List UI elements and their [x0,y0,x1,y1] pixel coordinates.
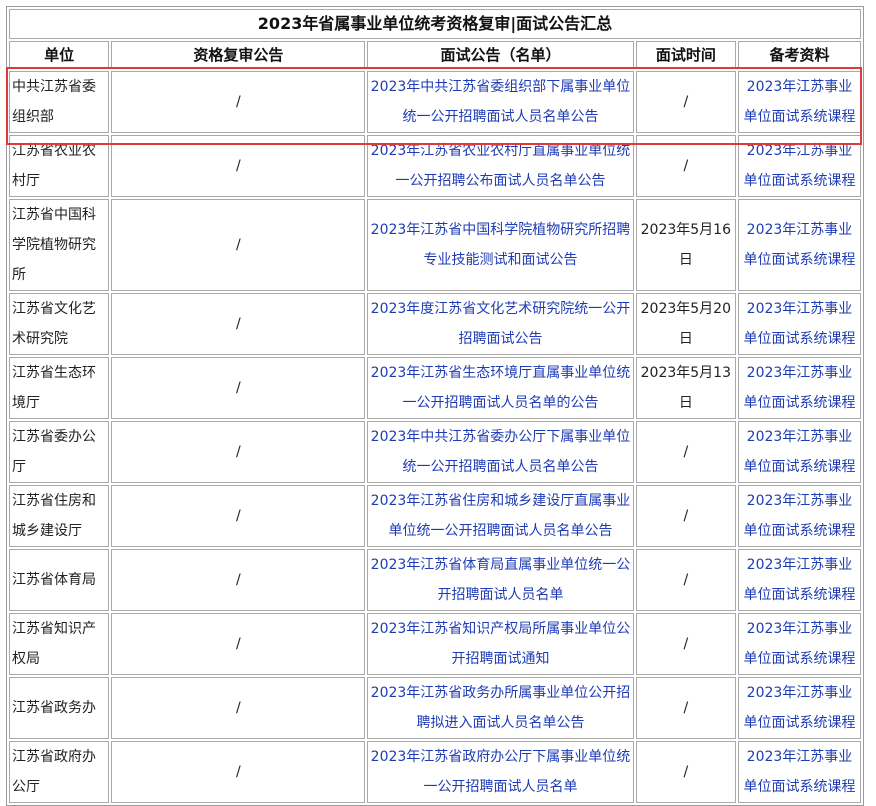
review-cell: / [111,741,366,803]
interview-time-cell: / [635,421,736,483]
material-link[interactable]: 2023年江苏事业单位面试系统课程 [744,685,856,731]
table-row: 江苏省中国科学院植物研究所/2023年江苏省中国科学院植物研究所招聘专业技能测试… [9,199,861,291]
interview-time-cell: 2023年5月20日 [635,293,736,355]
interview-notice-cell: 2023年江苏省政务办所属事业单位公开招聘拟进入面试人员名单公告 [367,677,634,739]
material-cell: 2023年江苏事业单位面试系统课程 [738,135,861,197]
interview-notice-cell: 2023年江苏省体育局直属事业单位统一公开招聘面试人员名单 [367,549,634,611]
unit-cell: 江苏省文化艺术研究院 [9,293,110,355]
interview-time-cell: 2023年5月16日 [635,199,736,291]
summary-table-wrapper: 2023年省属事业单位统考资格复审|面试公告汇总 单位 资格复审公告 面试公告（… [6,6,864,806]
unit-cell: 江苏省农业农村厅 [9,135,110,197]
interview-time-cell: / [635,485,736,547]
interview-notice-link[interactable]: 2023年江苏省体育局直属事业单位统一公开招聘面试人员名单 [371,557,631,603]
unit-cell: 江苏省生态环境厅 [9,357,110,419]
interview-notice-link[interactable]: 2023年江苏省政府办公厅下属事业单位统一公开招聘面试人员名单 [371,749,631,795]
interview-notice-link[interactable]: 2023年江苏省农业农村厅直属事业单位统一公开招聘公布面试人员名单公告 [371,143,631,189]
interview-notice-cell: 2023年中共江苏省委组织部下属事业单位统一公开招聘面试人员名单公告 [367,71,634,133]
unit-cell: 江苏省体育局 [9,549,110,611]
unit-cell: 江苏省住房和城乡建设厅 [9,485,110,547]
material-cell: 2023年江苏事业单位面试系统课程 [738,293,861,355]
material-cell: 2023年江苏事业单位面试系统课程 [738,199,861,291]
table-row: 江苏省农业农村厅/2023年江苏省农业农村厅直属事业单位统一公开招聘公布面试人员… [9,135,861,197]
table-row: 中共江苏省委组织部/2023年中共江苏省委组织部下属事业单位统一公开招聘面试人员… [9,71,861,133]
material-cell: 2023年江苏事业单位面试系统课程 [738,613,861,675]
material-link[interactable]: 2023年江苏事业单位面试系统课程 [744,429,856,475]
review-cell: / [111,677,366,739]
summary-table: 2023年省属事业单位统考资格复审|面试公告汇总 单位 资格复审公告 面试公告（… [6,6,864,806]
table-row: 江苏省知识产权局/2023年江苏省知识产权局所属事业单位公开招聘面试通知/202… [9,613,861,675]
table-row: 江苏省体育局/2023年江苏省体育局直属事业单位统一公开招聘面试人员名单/202… [9,549,861,611]
material-cell: 2023年江苏事业单位面试系统课程 [738,485,861,547]
header-review: 资格复审公告 [111,41,366,69]
interview-time-cell: / [635,741,736,803]
material-link[interactable]: 2023年江苏事业单位面试系统课程 [744,143,856,189]
review-cell: / [111,135,366,197]
review-cell: / [111,71,366,133]
header-material: 备考资料 [738,41,861,69]
interview-notice-link[interactable]: 2023年度江苏省文化艺术研究院统一公开招聘面试公告 [371,301,631,347]
table-body: 中共江苏省委组织部/2023年中共江苏省委组织部下属事业单位统一公开招聘面试人员… [9,71,861,803]
unit-cell: 中共江苏省委组织部 [9,71,110,133]
unit-cell: 江苏省政府办公厅 [9,741,110,803]
interview-notice-cell: 2023年江苏省生态环境厅直属事业单位统一公开招聘面试人员名单的公告 [367,357,634,419]
material-cell: 2023年江苏事业单位面试系统课程 [738,741,861,803]
material-link[interactable]: 2023年江苏事业单位面试系统课程 [744,222,856,268]
material-cell: 2023年江苏事业单位面试系统课程 [738,421,861,483]
table-row: 江苏省委办公厅/2023年中共江苏省委办公厅下属事业单位统一公开招聘面试人员名单… [9,421,861,483]
material-cell: 2023年江苏事业单位面试系统课程 [738,549,861,611]
table-row: 江苏省政务办/2023年江苏省政务办所属事业单位公开招聘拟进入面试人员名单公告 /… [9,677,861,739]
material-link[interactable]: 2023年江苏事业单位面试系统课程 [744,365,856,411]
header-interview: 面试公告（名单） [367,41,634,69]
material-link[interactable]: 2023年江苏事业单位面试系统课程 [744,621,856,667]
interview-time-cell: / [635,677,736,739]
interview-notice-link[interactable]: 2023年中共江苏省委办公厅下属事业单位统一公开招聘面试人员名单公告 [371,429,631,475]
review-cell: / [111,549,366,611]
interview-notice-link[interactable]: 2023年江苏省政务办所属事业单位公开招聘拟进入面试人员名单公告 [371,685,631,731]
interview-notice-cell: 2023年江苏省政府办公厅下属事业单位统一公开招聘面试人员名单 [367,741,634,803]
interview-notice-link[interactable]: 2023年江苏省生态环境厅直属事业单位统一公开招聘面试人员名单的公告 [371,365,631,411]
interview-time-cell: / [635,613,736,675]
interview-notice-link[interactable]: 2023年江苏省中国科学院植物研究所招聘专业技能测试和面试公告 [371,222,631,268]
material-cell: 2023年江苏事业单位面试系统课程 [738,677,861,739]
interview-notice-link[interactable]: 2023年江苏省知识产权局所属事业单位公开招聘面试通知 [371,621,631,667]
material-cell: 2023年江苏事业单位面试系统课程 [738,357,861,419]
interview-notice-cell: 2023年中共江苏省委办公厅下属事业单位统一公开招聘面试人员名单公告 [367,421,634,483]
material-link[interactable]: 2023年江苏事业单位面试系统课程 [744,493,856,539]
material-link[interactable]: 2023年江苏事业单位面试系统课程 [744,79,856,125]
material-link[interactable]: 2023年江苏事业单位面试系统课程 [744,301,856,347]
interview-notice-cell: 2023年江苏省中国科学院植物研究所招聘专业技能测试和面试公告 [367,199,634,291]
interview-notice-cell: 2023年江苏省知识产权局所属事业单位公开招聘面试通知 [367,613,634,675]
interview-notice-cell: 2023年度江苏省文化艺术研究院统一公开招聘面试公告 [367,293,634,355]
interview-notice-cell: 2023年江苏省住房和城乡建设厅直属事业单位统一公开招聘面试人员名单公告 [367,485,634,547]
interview-time-cell: / [635,549,736,611]
table-row: 江苏省生态环境厅/2023年江苏省生态环境厅直属事业单位统一公开招聘面试人员名单… [9,357,861,419]
review-cell: / [111,293,366,355]
review-cell: / [111,357,366,419]
interview-time-cell: / [635,71,736,133]
interview-notice-link[interactable]: 2023年中共江苏省委组织部下属事业单位统一公开招聘面试人员名单公告 [371,79,631,125]
review-cell: / [111,199,366,291]
unit-cell: 江苏省政务办 [9,677,110,739]
material-link[interactable]: 2023年江苏事业单位面试系统课程 [744,557,856,603]
review-cell: / [111,485,366,547]
interview-notice-link[interactable]: 2023年江苏省住房和城乡建设厅直属事业单位统一公开招聘面试人员名单公告 [371,493,631,539]
unit-cell: 江苏省委办公厅 [9,421,110,483]
unit-cell: 江苏省中国科学院植物研究所 [9,199,110,291]
review-cell: / [111,613,366,675]
unit-cell: 江苏省知识产权局 [9,613,110,675]
review-cell: / [111,421,366,483]
interview-time-cell: / [635,135,736,197]
table-row: 江苏省文化艺术研究院/2023年度江苏省文化艺术研究院统一公开招聘面试公告 202… [9,293,861,355]
material-link[interactable]: 2023年江苏事业单位面试系统课程 [744,749,856,795]
table-title: 2023年省属事业单位统考资格复审|面试公告汇总 [9,9,861,39]
header-unit: 单位 [9,41,110,69]
interview-notice-cell: 2023年江苏省农业农村厅直属事业单位统一公开招聘公布面试人员名单公告 [367,135,634,197]
interview-time-cell: 2023年5月13日 [635,357,736,419]
table-row: 江苏省政府办公厅/2023年江苏省政府办公厅下属事业单位统一公开招聘面试人员名单… [9,741,861,803]
material-cell: 2023年江苏事业单位面试系统课程 [738,71,861,133]
table-row: 江苏省住房和城乡建设厅/2023年江苏省住房和城乡建设厅直属事业单位统一公开招聘… [9,485,861,547]
header-time: 面试时间 [635,41,736,69]
